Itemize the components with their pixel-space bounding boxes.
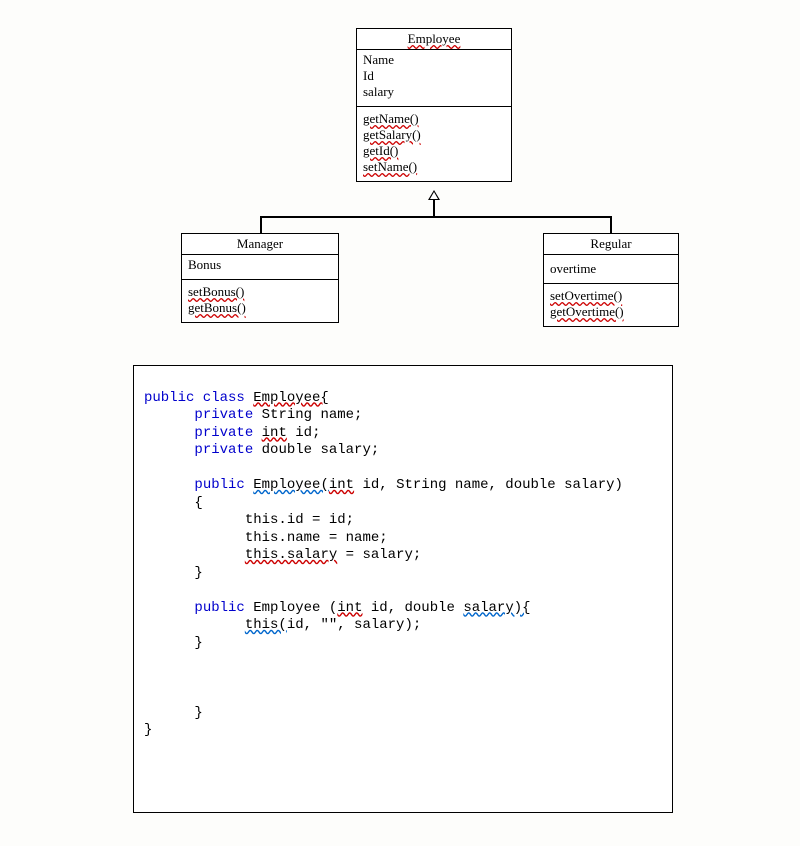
class-attributes: overtime — [544, 255, 678, 284]
attr: salary — [363, 84, 505, 100]
class-title: Manager — [182, 234, 338, 255]
uml-class-employee: Employee Name Id salary getName() getSal… — [356, 28, 512, 182]
code-text: private — [194, 407, 253, 423]
code-text: this( — [245, 617, 287, 633]
class-attributes: Bonus — [182, 255, 338, 280]
uml-class-regular: Regular overtime setOvertime() getOverti… — [543, 233, 679, 327]
code-text: id, double — [362, 600, 463, 616]
class-title: Employee — [357, 29, 511, 50]
connector-line — [260, 216, 612, 218]
class-operations: setOvertime() getOvertime() — [544, 284, 678, 326]
code-text: Employee ( — [245, 600, 337, 616]
code-text: int — [262, 425, 287, 441]
code-text: salary){ — [463, 600, 530, 616]
code-text: this.id = id; — [245, 512, 354, 528]
code-text: id, "", salary); — [287, 617, 421, 633]
code-text: String name; — [253, 407, 362, 423]
code-text: Employee( — [253, 477, 329, 493]
uml-class-manager: Manager Bonus setBonus() getBonus() — [181, 233, 339, 323]
op: setName() — [363, 159, 505, 175]
op: getBonus() — [188, 300, 332, 316]
op: setBonus() — [188, 284, 332, 300]
code-text: } — [194, 705, 202, 721]
code-text: public — [194, 600, 244, 616]
connector-line — [610, 216, 612, 233]
code-text: private — [194, 425, 261, 441]
op: setOvertime() — [550, 288, 672, 304]
attr: Bonus — [188, 257, 332, 273]
class-attributes: Name Id salary — [357, 50, 511, 107]
op: getName() — [363, 111, 505, 127]
class-title: Regular — [544, 234, 678, 255]
code-text: int — [329, 477, 354, 493]
code-text: this.salary — [245, 547, 337, 563]
code-text: = salary; — [337, 547, 421, 563]
code-text: id, String name, double salary) — [354, 477, 623, 493]
code-text: public class — [144, 390, 253, 406]
inheritance-arrowhead — [428, 190, 440, 200]
code-text: double salary; — [253, 442, 379, 458]
op: getId() — [363, 143, 505, 159]
attr: Name — [363, 52, 505, 68]
code-text: this.name = name; — [245, 530, 388, 546]
code-block: public class Employee{ private String na… — [133, 365, 673, 813]
code-text: } — [194, 635, 202, 651]
code-text: int — [337, 600, 362, 616]
connector-line — [260, 216, 262, 233]
attr: Id — [363, 68, 505, 84]
code-text: id; — [287, 425, 321, 441]
code-text: Employee{ — [253, 390, 329, 406]
code-text: public — [194, 477, 253, 493]
code-text: } — [194, 565, 202, 581]
code-text: { — [194, 495, 202, 511]
code-text: private — [194, 442, 253, 458]
op: getSalary() — [363, 127, 505, 143]
class-operations: setBonus() getBonus() — [182, 280, 338, 322]
class-operations: getName() getSalary() getId() setName() — [357, 107, 511, 181]
op: getOvertime() — [550, 304, 672, 320]
code-text: } — [144, 722, 152, 738]
attr: overtime — [550, 261, 672, 277]
